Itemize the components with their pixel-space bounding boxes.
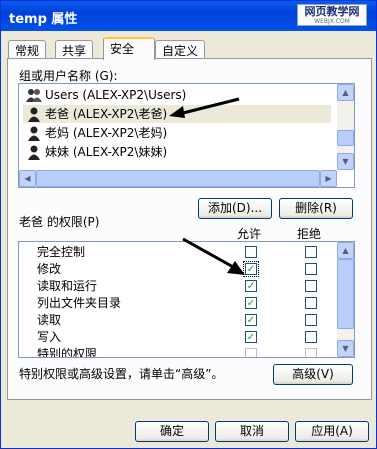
scroll-down-button[interactable]: ▼ xyxy=(337,340,354,357)
allow-checkbox[interactable]: ✓ xyxy=(245,331,257,343)
permission-name: 特别的权限 xyxy=(37,347,98,358)
list-item-label: 妹妹 (ALEX-XP2\妹妹) xyxy=(45,145,168,159)
user-icon xyxy=(26,144,42,160)
deny-checkbox[interactable] xyxy=(305,314,317,326)
properties-window: temp 属性 网页教学网 WEBJX.COM 常规 共享 安全 自定义 组或用… xyxy=(0,0,377,449)
tab-strip: 常规 共享 安全 自定义 xyxy=(5,37,373,60)
deny-checkbox[interactable] xyxy=(305,348,317,357)
remove-button[interactable]: 删除(R) xyxy=(279,198,353,219)
list-item-label: Users (ALEX-XP2\Users) xyxy=(45,88,187,102)
allow-checkbox[interactable]: ✓ xyxy=(245,297,257,309)
permission-row: 列出文件夹目录 ✓ xyxy=(19,295,337,312)
scroll-down-button[interactable]: ▼ xyxy=(337,153,354,170)
permission-name: 修改 xyxy=(37,262,62,276)
deny-checkbox[interactable] xyxy=(305,331,317,343)
scroll-up-button[interactable]: ▲ xyxy=(337,242,354,259)
users-hscrollbar[interactable]: ◀ ▶ xyxy=(19,170,337,187)
tab-sharing[interactable]: 共享 xyxy=(55,40,94,59)
scroll-thumb[interactable] xyxy=(337,130,354,146)
permission-name: 写入 xyxy=(37,330,62,344)
list-item-mom[interactable]: 老妈 (ALEX-XP2\老妈) xyxy=(23,124,331,142)
list-item-label: 老妈 (ALEX-XP2\老妈) xyxy=(45,126,168,140)
users-vscrollbar[interactable]: ▲ ▼ xyxy=(337,84,354,170)
permission-row: 完全控制 xyxy=(19,244,337,261)
deny-checkbox[interactable] xyxy=(305,263,317,275)
permission-row: 特别的权限 xyxy=(19,346,337,358)
advanced-button[interactable]: 高级(V) xyxy=(273,364,353,385)
user-icon xyxy=(26,106,42,122)
permission-name: 列出文件夹目录 xyxy=(37,296,122,310)
deny-checkbox[interactable] xyxy=(305,297,317,309)
permissions-label: 老爸 的权限(P) xyxy=(19,215,100,229)
permission-row: 写入 ✓ xyxy=(19,329,337,346)
add-button[interactable]: 添加(D)... xyxy=(198,198,272,219)
window-title: temp 属性 xyxy=(9,12,78,27)
allow-checkbox[interactable]: ✓ xyxy=(245,280,257,292)
tab-security[interactable]: 安全 xyxy=(103,37,155,60)
title-bar[interactable]: temp 属性 网页教学网 WEBJX.COM xyxy=(1,1,376,31)
permissions-vscrollbar[interactable]: ▲ ▼ xyxy=(337,242,354,357)
watermark-logo: 网页教学网 WEBJX.COM xyxy=(297,4,367,26)
arrow-annotation-icon xyxy=(182,237,245,275)
apply-button[interactable]: 应用(A) xyxy=(295,421,369,442)
permission-row: 读取和运行 ✓ xyxy=(19,278,337,295)
permission-name: 读取 xyxy=(37,313,62,327)
scroll-thumb[interactable] xyxy=(36,170,320,187)
users-label: 组或用户名称 (G): xyxy=(19,69,118,83)
deny-checkbox[interactable] xyxy=(305,280,317,292)
permission-row: 修改 ✓ xyxy=(19,261,337,278)
tab-general[interactable]: 常规 xyxy=(8,40,47,59)
arrow-annotation-icon xyxy=(169,97,240,118)
user-icon xyxy=(26,125,42,141)
tab-custom[interactable]: 自定义 xyxy=(155,40,206,59)
allow-checkbox[interactable] xyxy=(245,348,257,357)
user-group-icon xyxy=(26,87,42,103)
advanced-note: 特别权限或高级设置，请单击“高级”。 xyxy=(19,367,224,381)
list-item-sister[interactable]: 妹妹 (ALEX-XP2\妹妹) xyxy=(23,143,331,161)
scroll-up-button[interactable]: ▲ xyxy=(337,84,354,101)
permission-row: 读取 ✓ xyxy=(19,312,337,329)
permission-name: 完全控制 xyxy=(37,245,86,259)
deny-checkbox[interactable] xyxy=(305,246,317,258)
watermark-subtext: WEBJX.COM xyxy=(314,18,350,25)
list-item-label: 老爸 (ALEX-XP2\老爸) xyxy=(45,107,168,121)
watermark-text: 网页教学网 xyxy=(304,5,360,18)
scroll-thumb[interactable] xyxy=(337,259,354,329)
scroll-left-button[interactable]: ◀ xyxy=(19,170,36,187)
permission-name: 读取和运行 xyxy=(37,279,98,293)
scroll-right-button[interactable]: ▶ xyxy=(320,170,337,187)
cancel-button[interactable]: 取消 xyxy=(215,421,289,442)
deny-header: 拒绝 xyxy=(297,227,322,241)
allow-checkbox[interactable]: ✓ xyxy=(245,314,257,326)
ok-button[interactable]: 确定 xyxy=(135,421,209,442)
